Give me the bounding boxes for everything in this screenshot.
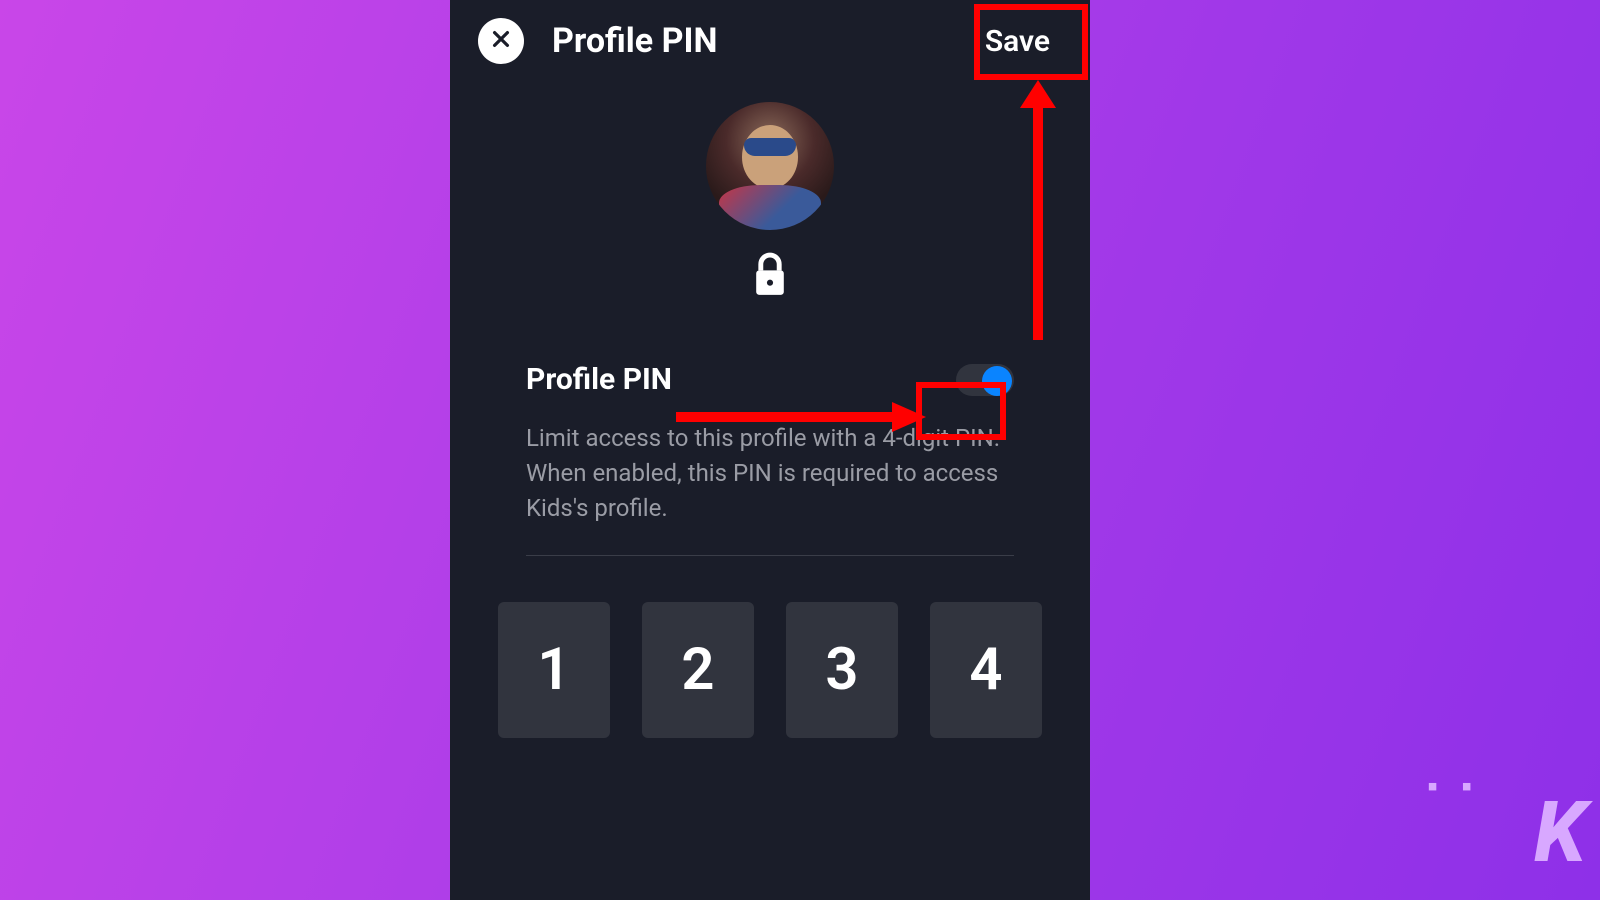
profile-pin-label: Profile PIN	[526, 362, 672, 397]
profile-avatar[interactable]	[706, 102, 834, 230]
page-title: Profile PIN	[552, 21, 717, 61]
avatar-section	[450, 102, 1090, 302]
toggle-knob	[982, 366, 1012, 396]
settings-panel: Profile PIN Save Profile PIN Limit acces…	[450, 0, 1090, 900]
watermark-logo: K	[1534, 783, 1582, 882]
close-icon	[490, 28, 512, 54]
profile-pin-toggle[interactable]	[956, 364, 1014, 396]
divider	[526, 555, 1014, 556]
pin-input-row: 1 2 3 4	[450, 602, 1090, 738]
pin-digit-2[interactable]: 2	[642, 602, 754, 738]
close-button[interactable]	[478, 18, 524, 64]
pin-digit-3[interactable]: 3	[786, 602, 898, 738]
profile-pin-row: Profile PIN	[526, 362, 1014, 397]
profile-pin-description: Limit access to this profile with a 4-di…	[526, 421, 1014, 525]
lock-icon	[751, 252, 789, 302]
save-button[interactable]: Save	[975, 18, 1060, 65]
pin-digit-1[interactable]: 1	[498, 602, 610, 738]
watermark-dots-icon: ▪ ▪	[1427, 769, 1480, 804]
content-area: Profile PIN Limit access to this profile…	[450, 302, 1090, 556]
panel-header: Profile PIN Save	[450, 0, 1090, 82]
pin-digit-4[interactable]: 4	[930, 602, 1042, 738]
